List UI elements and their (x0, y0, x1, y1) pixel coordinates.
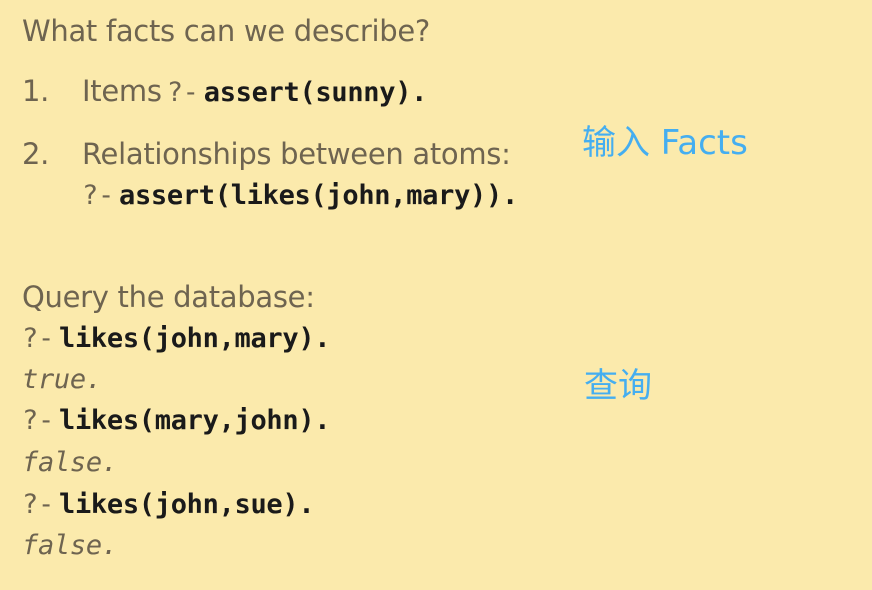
query-3-prompt: ?- (22, 489, 54, 520)
facts-annotation: 输入 Facts (582, 123, 748, 163)
query-1-code: likes(john,mary). (59, 323, 331, 354)
query-3-result: false. (22, 530, 118, 561)
query-line-3: ?- likes(john,sue). (22, 489, 315, 520)
item-2-code: assert(likes(john,mary)). (119, 180, 518, 211)
query-2-result: false. (22, 447, 118, 478)
facts-heading: What facts can we describe? (22, 14, 430, 48)
query-heading: Query the database: (22, 280, 315, 314)
item-1-code: assert(sunny). (203, 77, 428, 108)
item-1: Items ?- assert(sunny). (82, 74, 427, 108)
item-2-label: Relationships between atoms: (82, 137, 511, 171)
query-1-prompt: ?- (22, 323, 54, 354)
item-1-label: Items (82, 74, 162, 108)
query-3-code: likes(john,sue). (59, 489, 315, 520)
item-1-number: 1. (22, 74, 50, 108)
item-1-prompt: ?- (166, 77, 199, 108)
query-1-result: true. (22, 364, 102, 395)
query-2-code: likes(mary,john). (59, 405, 331, 436)
query-annotation: 查询 (584, 366, 652, 406)
item-2-number: 2. (22, 137, 50, 171)
query-line-1: ?- likes(john,mary). (22, 323, 331, 354)
item-2-prompt: ?- (82, 180, 114, 211)
query-line-2: ?- likes(mary,john). (22, 405, 331, 436)
item-2-code-line: ?- assert(likes(john,mary)). (82, 180, 518, 211)
query-2-prompt: ?- (22, 405, 54, 436)
